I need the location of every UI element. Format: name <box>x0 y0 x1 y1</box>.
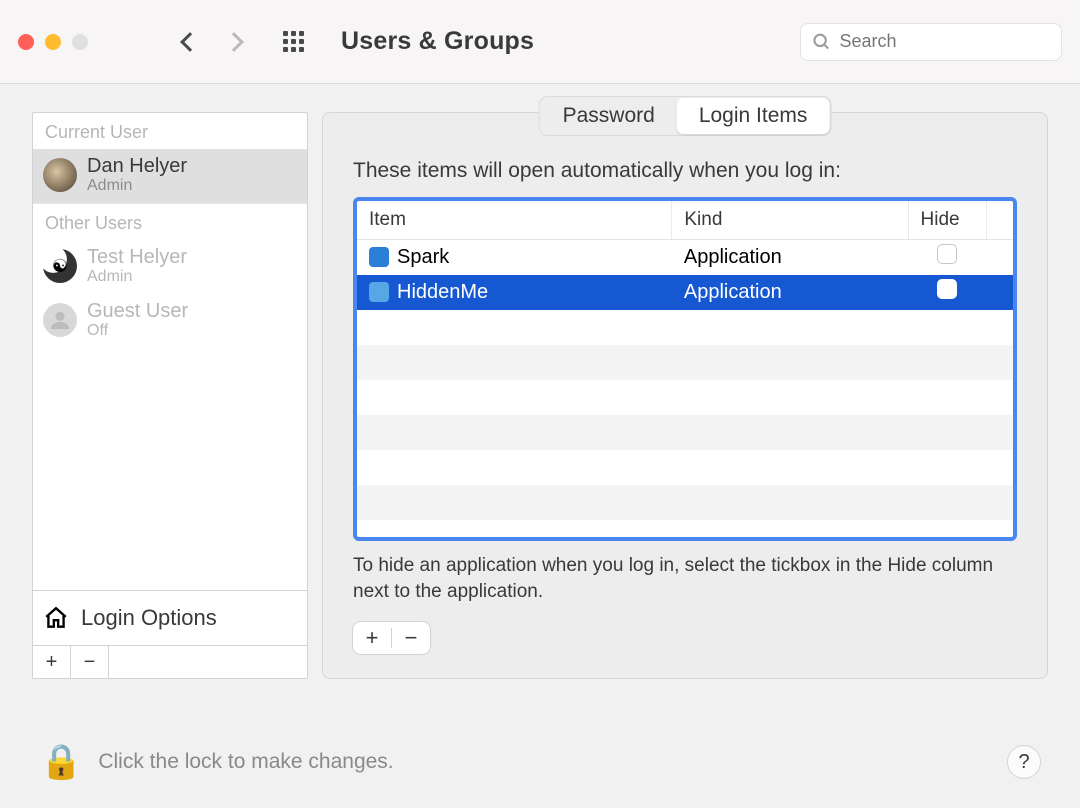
column-item[interactable]: Item <box>357 201 672 240</box>
app-icon <box>369 282 389 302</box>
hide-checkbox[interactable] <box>937 244 957 264</box>
window-controls <box>18 34 88 50</box>
user-role: Off <box>87 322 188 340</box>
remove-user-button[interactable]: − <box>71 646 109 678</box>
table-row-empty <box>357 310 1013 345</box>
tab-password[interactable]: Password <box>541 98 677 134</box>
login-items-panel: These items will open automatically when… <box>322 112 1048 679</box>
user-role: Admin <box>87 177 187 195</box>
titlebar: Users & Groups <box>0 0 1080 84</box>
table-row-empty <box>357 380 1013 415</box>
login-items-table: Item Kind Hide Spark Application HiddenMe A… <box>357 201 1013 541</box>
column-hide[interactable]: Hide <box>908 201 987 240</box>
sidebar-user-other[interactable]: ☯ Test Helyer Admin <box>33 240 307 294</box>
tab-bar: Password Login Items <box>539 96 832 136</box>
table-row-empty <box>357 345 1013 380</box>
item-kind: Application <box>672 240 908 275</box>
item-name: HiddenMe <box>397 281 488 303</box>
search-icon <box>812 31 831 53</box>
help-button[interactable]: ? <box>1008 746 1040 778</box>
show-all-prefs-button[interactable] <box>283 31 305 53</box>
minimize-window-button[interactable] <box>45 34 61 50</box>
item-kind: Application <box>672 275 908 310</box>
forward-button[interactable] <box>224 32 244 52</box>
sidebar-user-current[interactable]: Dan Helyer Admin <box>33 149 307 203</box>
table-row[interactable]: HiddenMe Application <box>357 275 1013 310</box>
user-sidebar: Current User Dan Helyer Admin Other User… <box>32 112 308 679</box>
user-role: Admin <box>87 268 187 286</box>
column-kind[interactable]: Kind <box>672 201 908 240</box>
main-panel-area: Password Login Items These items will op… <box>322 112 1048 679</box>
nav-buttons <box>183 35 241 49</box>
table-row[interactable]: Spark Application <box>357 240 1013 275</box>
search-input[interactable] <box>839 31 1050 52</box>
user-name: Dan Helyer <box>87 155 187 177</box>
login-items-table-wrapper: Item Kind Hide Spark Application HiddenMe A… <box>353 197 1017 541</box>
user-name: Guest User <box>87 300 188 322</box>
current-user-label: Current User <box>33 113 307 149</box>
other-users-label: Other Users <box>33 204 307 240</box>
table-row-empty <box>357 450 1013 485</box>
close-window-button[interactable] <box>18 34 34 50</box>
zoom-window-button[interactable] <box>72 34 88 50</box>
app-icon <box>369 247 389 267</box>
panel-hint: To hide an application when you log in, … <box>353 553 1017 604</box>
search-field-wrapper[interactable] <box>800 23 1062 61</box>
sidebar-user-guest[interactable]: Guest User Off <box>33 294 307 348</box>
page-title: Users & Groups <box>341 27 534 56</box>
table-row-empty <box>357 415 1013 450</box>
remove-login-item-button[interactable]: − <box>392 622 430 654</box>
avatar: ☯ <box>43 249 77 283</box>
panel-description: These items will open automatically when… <box>353 159 1017 183</box>
sidebar-add-remove: + − <box>33 645 307 678</box>
item-name: Spark <box>397 246 449 268</box>
user-name: Test Helyer <box>87 246 187 268</box>
login-options-label: Login Options <box>81 605 217 631</box>
login-options-button[interactable]: Login Options <box>33 590 307 645</box>
hide-checkbox[interactable] <box>937 279 957 299</box>
home-icon <box>43 605 69 631</box>
back-button[interactable] <box>180 32 200 52</box>
lock-icon[interactable]: 🔒 <box>40 742 82 782</box>
avatar <box>43 158 77 192</box>
lock-message: Click the lock to make changes. <box>98 750 393 774</box>
table-row-empty <box>357 485 1013 520</box>
tab-login-items[interactable]: Login Items <box>677 98 830 134</box>
avatar <box>43 303 77 337</box>
lock-bar: 🔒 Click the lock to make changes. ? <box>40 742 1040 782</box>
table-row-empty <box>357 520 1013 542</box>
add-user-button[interactable]: + <box>33 646 71 678</box>
add-login-item-button[interactable]: + <box>353 622 391 654</box>
login-item-add-remove: + − <box>353 622 430 654</box>
